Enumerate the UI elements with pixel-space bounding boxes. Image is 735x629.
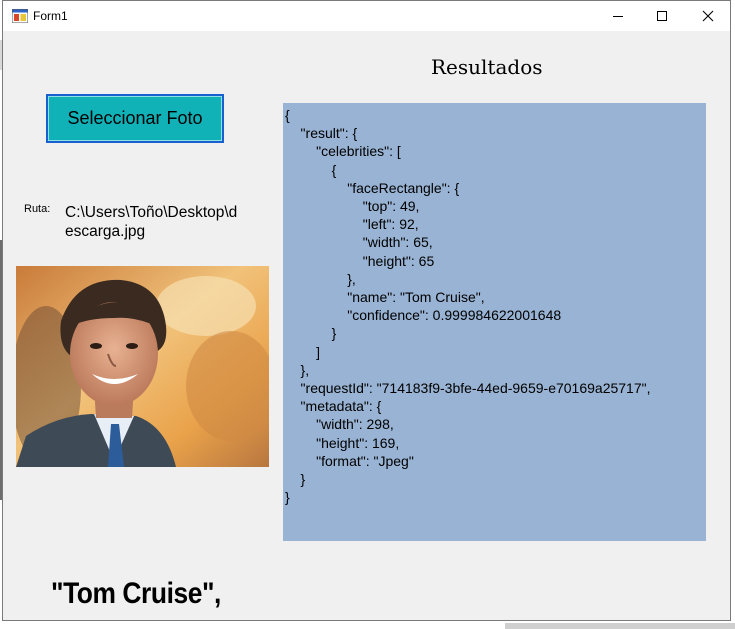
result-json-line: ] — [285, 343, 321, 360]
result-json-line: } — [285, 471, 306, 488]
result-json-line: { — [285, 161, 337, 178]
result-json-line: "faceRectangle": { — [285, 179, 460, 196]
result-json-line: "top": 49, — [285, 198, 420, 215]
result-textbox[interactable]: { "result": { "celebrities": [ { "faceRe… — [283, 103, 706, 541]
result-json-line: "celebrities": [ — [285, 143, 401, 160]
path-value: C:\Users\Toño\Desktop\descarga.jpg — [65, 204, 238, 240]
result-json-line: } — [285, 325, 337, 342]
maximize-icon — [657, 11, 667, 21]
result-json-line: "requestId": "714183f9-3bfe-44ed-9659-e7… — [285, 380, 651, 397]
result-json-line: }, — [285, 361, 310, 378]
result-json-line: "left": 92, — [285, 216, 419, 233]
result-json-line: "result": { — [285, 125, 358, 142]
result-json-line: "name": "Tom Cruise", — [285, 289, 485, 306]
background-window-edge — [505, 623, 735, 629]
result-json-line: "height": 169, — [285, 434, 400, 451]
minimize-button[interactable] — [595, 1, 641, 31]
results-heading: Resultados — [431, 55, 543, 79]
result-json-line: } — [285, 489, 290, 506]
close-button[interactable] — [685, 1, 731, 31]
result-json-content: { "result": { "celebrities": [ { "faceRe… — [285, 106, 706, 506]
window-title: Form1 — [33, 9, 68, 23]
form-client-area: Resultados Seleccionar Foto Ruta: C:\Use… — [3, 31, 730, 621]
result-json-line: "width": 65, — [285, 234, 433, 251]
form-window: Form1 Resultados Seleccionar Foto Ruta: … — [2, 0, 731, 621]
close-icon — [702, 10, 714, 22]
result-json-line: }, — [285, 270, 356, 287]
result-json-line: { — [285, 107, 290, 123]
detected-name-label: "Tom Cruise", — [51, 577, 221, 610]
app-icon — [12, 9, 28, 23]
title-bar[interactable]: Form1 — [3, 1, 730, 31]
result-json-line: "metadata": { — [285, 398, 382, 415]
result-json-line: "confidence": 0.999984622001648 — [285, 307, 562, 324]
photo-preview — [16, 266, 269, 467]
path-label: Ruta: — [24, 203, 51, 215]
maximize-button[interactable] — [639, 1, 685, 31]
result-json-line: "format": "Jpeg" — [285, 452, 414, 469]
result-json-line: "width": 298, — [285, 416, 394, 433]
result-json-line: "height": 65 — [285, 252, 435, 269]
minimize-icon — [613, 16, 623, 17]
select-photo-button[interactable]: Seleccionar Foto — [46, 94, 224, 143]
portrait-image — [16, 266, 269, 467]
